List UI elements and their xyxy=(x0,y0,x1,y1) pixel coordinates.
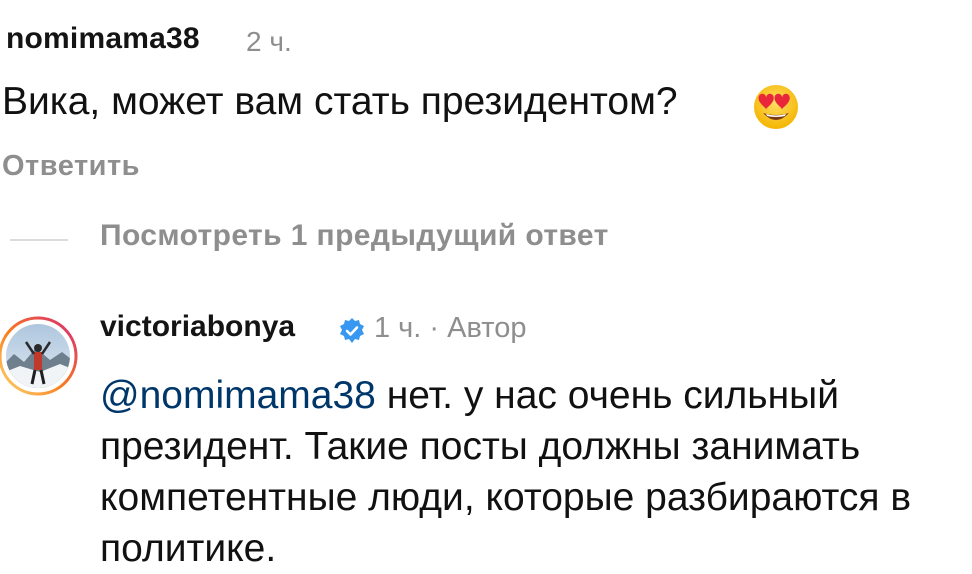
view-previous-replies-button[interactable]: Посмотреть 1 предыдущий ответ xyxy=(100,219,609,253)
comment-text: Вика, может вам стать президентом? xyxy=(2,80,678,123)
verified-badge-icon xyxy=(340,318,364,343)
avatar[interactable] xyxy=(0,308,84,404)
comment-text: @nomimama38 нет. у нас очень сильный пре… xyxy=(100,370,960,574)
comment-meta: 1 ч. · Автор xyxy=(374,312,526,345)
meta-separator: · xyxy=(429,312,440,344)
comment-username[interactable]: victoriabonya xyxy=(100,310,295,344)
comment-timestamp: 1 ч. xyxy=(374,312,422,344)
heart-eyes-emoji-icon xyxy=(754,85,798,129)
comment-timestamp: 2 ч. xyxy=(246,26,292,57)
mention-link[interactable]: @nomimama38 xyxy=(100,374,376,417)
comment-username[interactable]: nomimama38 xyxy=(6,22,200,56)
author-label: Автор xyxy=(447,312,527,344)
reply-button[interactable]: Ответить xyxy=(2,150,140,183)
replies-divider xyxy=(10,239,68,241)
